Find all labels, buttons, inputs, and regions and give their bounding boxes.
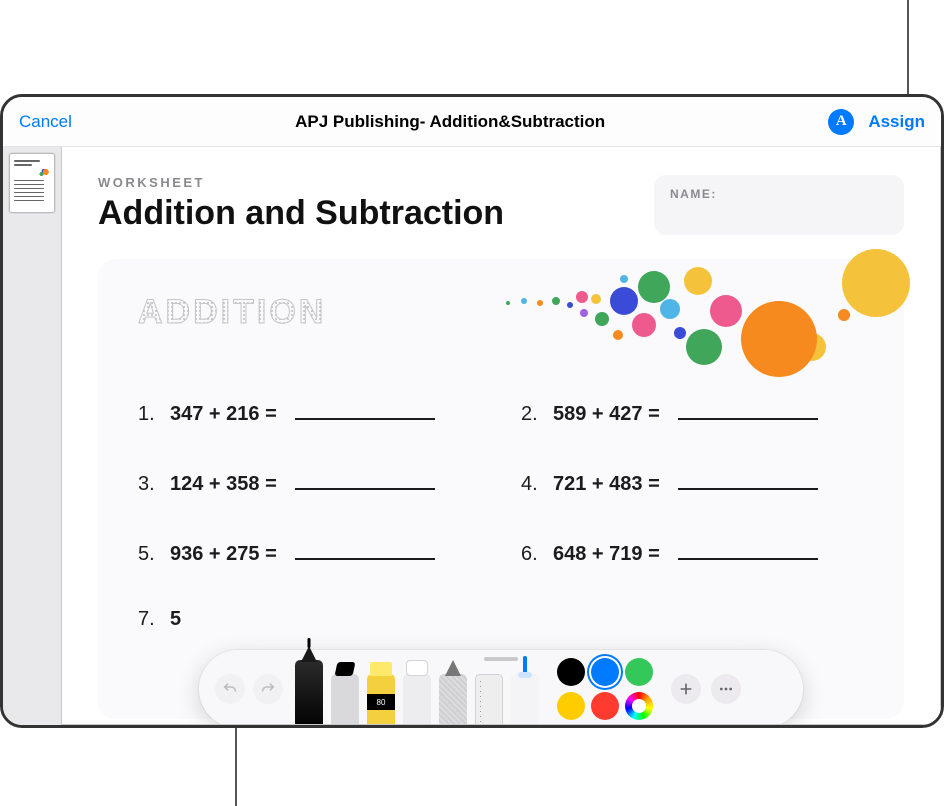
problem-equation: 347 + 216 =: [170, 403, 277, 426]
undo-icon: [222, 681, 238, 697]
problem-equation: 589 + 427 =: [553, 403, 660, 426]
callout-line-assign: [907, 0, 909, 94]
decorative-dots-art: [484, 241, 914, 411]
redo-icon: [260, 681, 276, 697]
color-swatch[interactable]: [591, 692, 619, 720]
toolbar-grab-handle[interactable]: [484, 657, 518, 661]
problem-row: 6. 648 + 719 =: [521, 538, 864, 566]
answer-blank[interactable]: [295, 398, 435, 420]
plus-icon: [678, 681, 694, 697]
callout-line-markup: [235, 728, 237, 806]
color-swatch[interactable]: [557, 692, 585, 720]
marker-tool[interactable]: [331, 674, 359, 725]
answer-blank[interactable]: [295, 468, 435, 490]
problem-row: 1. 347 + 216 =: [138, 398, 481, 426]
problem-row: 4. 721 + 483 =: [521, 468, 864, 496]
top-bar: Cancel APJ Publishing- Addition&Subtract…: [3, 97, 941, 147]
answer-blank[interactable]: [678, 468, 818, 490]
color-picker-swatch[interactable]: [625, 692, 653, 720]
problem-row: 2. 589 + 427 =: [521, 398, 864, 426]
selection-tool[interactable]: [511, 674, 539, 725]
markup-mode-badge[interactable]: A: [828, 109, 854, 135]
document-title: APJ Publishing- Addition&Subtraction: [72, 112, 828, 132]
answer-blank[interactable]: [678, 398, 818, 420]
add-button[interactable]: [671, 674, 701, 704]
worksheet-title: Addition and Subtraction: [98, 194, 504, 233]
problem-number: 1.: [138, 403, 160, 426]
markup-toolbar: 80: [199, 650, 803, 725]
highlighter-tool[interactable]: 80: [367, 674, 395, 725]
color-swatch[interactable]: [557, 658, 585, 686]
problem-equation: 5: [170, 608, 181, 631]
worksheet-eyebrow: WORKSHEET: [98, 175, 504, 190]
ruler-tool[interactable]: [475, 674, 503, 725]
page-thumbnail-strip: [3, 147, 61, 725]
pencil-tool[interactable]: [439, 674, 467, 725]
device-frame: Cancel APJ Publishing- Addition&Subtract…: [0, 94, 944, 728]
pen-tool[interactable]: [295, 660, 323, 725]
ellipsis-icon: [718, 681, 734, 697]
problem-row: 5. 936 + 275 =: [138, 538, 481, 566]
problem-number: 3.: [138, 473, 160, 496]
problem-number: 4.: [521, 473, 543, 496]
color-swatch[interactable]: [625, 658, 653, 686]
problem-number: 5.: [138, 543, 160, 566]
assign-button[interactable]: Assign: [868, 112, 925, 132]
drawing-tools: 80: [295, 650, 539, 725]
problem-number: 6.: [521, 543, 543, 566]
problems-grid: 1. 347 + 216 = 2. 589 + 427 = 3. 124 + 358 = 4…: [138, 398, 864, 631]
problem-row: 3. 124 + 358 =: [138, 468, 481, 496]
redo-button[interactable]: [253, 674, 283, 704]
page-canvas[interactable]: WORKSHEET Addition and Subtraction NAME:…: [61, 147, 941, 725]
page-thumbnail-1[interactable]: [9, 153, 55, 213]
problem-equation: 936 + 275 =: [170, 543, 277, 566]
problem-equation: 648 + 719 =: [553, 543, 660, 566]
name-field-box: NAME:: [654, 175, 904, 235]
undo-button[interactable]: [215, 674, 245, 704]
more-button[interactable]: [711, 674, 741, 704]
cancel-button[interactable]: Cancel: [19, 112, 72, 132]
problem-equation: 721 + 483 =: [553, 473, 660, 496]
problem-number: 7.: [138, 608, 160, 631]
section-heading-addition: ADDITION: [138, 293, 326, 332]
problem-equation: 124 + 358 =: [170, 473, 277, 496]
problem-number: 2.: [521, 403, 543, 426]
answer-blank[interactable]: [678, 538, 818, 560]
eraser-tool[interactable]: [403, 674, 431, 725]
problem-row: 7.5: [138, 608, 481, 631]
document-body: WORKSHEET Addition and Subtraction NAME:…: [3, 147, 941, 725]
answer-blank[interactable]: [295, 538, 435, 560]
name-field-label: NAME:: [670, 187, 717, 201]
color-swatch[interactable]: [591, 658, 619, 686]
color-swatches: [557, 658, 653, 720]
